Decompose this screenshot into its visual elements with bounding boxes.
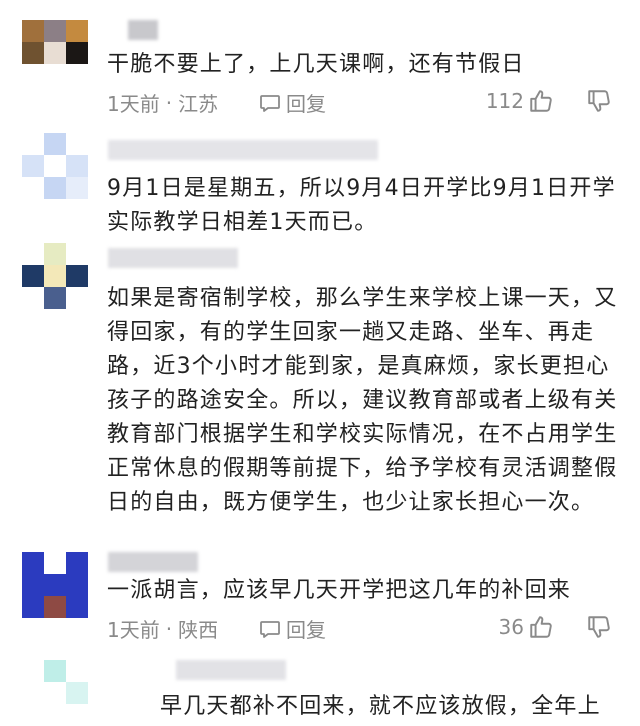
comment-text: 干脆不要上了，上几天课啊，还有节假日 bbox=[107, 52, 525, 77]
like-count: 112 bbox=[485, 89, 524, 113]
comment-text: 9月1日是星期五，所以9月4日开学比9月1日开学实际教学日相差1天而已。 bbox=[107, 176, 616, 235]
avatar[interactable] bbox=[22, 552, 88, 618]
thumb-up-icon bbox=[528, 88, 554, 114]
reply-button[interactable]: 回复 bbox=[258, 614, 326, 643]
comment-time: 1天前 bbox=[107, 618, 160, 642]
meta-separator: · bbox=[165, 90, 173, 115]
comment-meta: 1天前 · 江苏 bbox=[107, 88, 218, 117]
dislike-button[interactable] bbox=[586, 88, 612, 114]
reply-button[interactable]: 回复 bbox=[258, 88, 326, 117]
comment-meta: 1天前 · 陕西 bbox=[107, 614, 218, 643]
username-blurred[interactable] bbox=[108, 552, 198, 572]
avatar[interactable] bbox=[22, 243, 88, 309]
comment-time: 1天前 bbox=[107, 92, 160, 116]
reply-label: 回复 bbox=[286, 92, 326, 116]
like-button[interactable]: 36 bbox=[499, 614, 554, 640]
username-blurred[interactable] bbox=[108, 140, 378, 160]
like-count: 36 bbox=[498, 615, 524, 639]
thumb-down-icon bbox=[586, 614, 612, 640]
comment-bubble-icon bbox=[258, 617, 282, 641]
thumb-down-icon bbox=[586, 88, 612, 114]
avatar[interactable] bbox=[22, 20, 88, 86]
comment-location: 陕西 bbox=[178, 618, 219, 642]
comment-text: 一派胡言，应该早几天开学把这几年的补回来 bbox=[107, 578, 572, 603]
comment-text: 如果是寄宿制学校，那么学生来学校上课一天，又得回家，有的学生回家一趟又走路、坐车… bbox=[107, 286, 618, 515]
comment-text: 早几天都补不回来，就不应该放假，全年上 bbox=[160, 694, 601, 719]
reply-label: 回复 bbox=[286, 618, 326, 642]
thumb-up-icon bbox=[528, 614, 554, 640]
dislike-button[interactable] bbox=[586, 614, 612, 640]
username-blurred[interactable] bbox=[128, 20, 158, 40]
meta-separator: · bbox=[165, 616, 173, 641]
like-button[interactable]: 112 bbox=[486, 88, 554, 114]
comment-bubble-icon bbox=[258, 91, 282, 115]
comment-location: 江苏 bbox=[178, 92, 219, 116]
username-blurred[interactable] bbox=[108, 248, 238, 268]
avatar[interactable] bbox=[22, 133, 88, 199]
username-blurred[interactable] bbox=[176, 660, 286, 680]
avatar[interactable] bbox=[22, 660, 88, 726]
